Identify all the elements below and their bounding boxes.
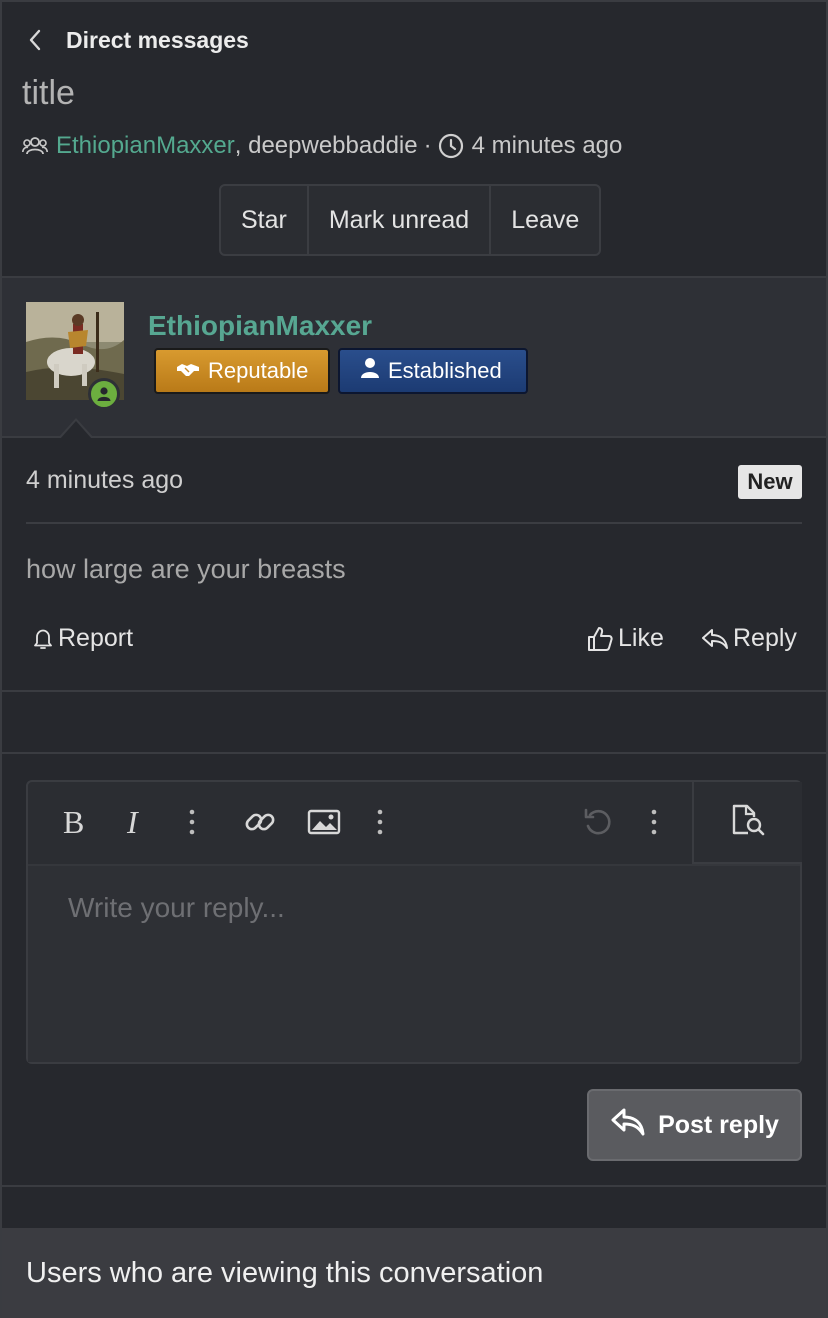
- breadcrumb[interactable]: Direct messages: [28, 26, 249, 54]
- thumbs-up-icon: [586, 625, 614, 653]
- message-footer-band: [2, 690, 826, 754]
- message-body: how large are your breasts: [26, 554, 346, 584]
- users-icon: [22, 135, 48, 157]
- post-reply-label: Post reply: [658, 1110, 779, 1139]
- italic-icon[interactable]: I: [116, 802, 156, 842]
- divider: [2, 1185, 826, 1187]
- reply-button[interactable]: Reply: [701, 624, 797, 653]
- handshake-icon: [176, 358, 200, 384]
- bell-icon: [32, 627, 54, 651]
- user-icon: [360, 357, 380, 385]
- preview-toggle[interactable]: [692, 782, 802, 864]
- viewers-section-header: Users who are viewing this conversation: [2, 1228, 826, 1318]
- conversation-time[interactable]: 4 minutes ago: [472, 132, 623, 160]
- svg-text:B: B: [63, 806, 84, 838]
- reply-label: Reply: [733, 624, 797, 652]
- mark-unread-button[interactable]: Mark unread: [309, 186, 492, 254]
- breadcrumb-label[interactable]: Direct messages: [66, 27, 249, 54]
- chevron-left-icon[interactable]: [28, 26, 46, 54]
- post-reply-button[interactable]: Post reply: [587, 1089, 802, 1161]
- reply-icon: [701, 627, 729, 651]
- like-label: Like: [618, 624, 664, 652]
- svg-text:I: I: [126, 806, 139, 838]
- more-vertical-icon[interactable]: [360, 802, 400, 842]
- reply-placeholder: Write your reply...: [68, 892, 285, 923]
- established-badge-label: Established: [388, 358, 502, 383]
- bold-icon[interactable]: B: [54, 802, 94, 842]
- online-status-icon: [88, 378, 120, 410]
- conversation-meta: EthiopianMaxxer , deepwebbaddie · 4 minu…: [22, 132, 622, 160]
- more-vertical-icon[interactable]: [172, 802, 212, 842]
- link-icon[interactable]: [240, 802, 280, 842]
- reputable-badge-label: Reputable: [208, 358, 309, 383]
- preview-search-icon: [730, 803, 766, 842]
- clock-icon: [438, 133, 464, 159]
- message-author-block: EthiopianMaxxer Reputable Established: [2, 276, 826, 438]
- report-button[interactable]: Report: [32, 624, 133, 653]
- reputable-badge: Reputable: [154, 348, 330, 394]
- message-author-username[interactable]: EthiopianMaxxer: [148, 310, 372, 342]
- like-button[interactable]: Like: [586, 624, 664, 653]
- conversation-title: title: [22, 74, 75, 112]
- report-label: Report: [58, 624, 134, 652]
- participant-link-deepwebbaddie[interactable]: deepwebbaddie: [248, 132, 418, 160]
- star-button[interactable]: Star: [221, 186, 309, 254]
- meta-dot: ·: [423, 132, 432, 159]
- reply-textarea[interactable]: Write your reply...: [28, 864, 800, 1062]
- more-vertical-icon[interactable]: [634, 802, 674, 842]
- conversation-actions: Star Mark unread Leave: [219, 184, 602, 256]
- undo-icon[interactable]: [578, 802, 618, 842]
- reply-icon: [610, 1106, 646, 1145]
- leave-button[interactable]: Leave: [491, 186, 599, 254]
- participant-link-ethiopianmaxxer[interactable]: EthiopianMaxxer: [56, 132, 235, 160]
- established-badge: Established: [338, 348, 528, 394]
- message-timestamp[interactable]: 4 minutes ago: [26, 466, 183, 495]
- new-badge: New: [738, 465, 802, 499]
- message-caret-inner: [60, 421, 92, 439]
- participant-separator: ,: [234, 132, 249, 159]
- divider: [26, 522, 802, 524]
- image-icon[interactable]: [304, 802, 344, 842]
- reply-editor: B I Write your reply...: [26, 780, 802, 1064]
- editor-toolbar: B I: [28, 782, 802, 864]
